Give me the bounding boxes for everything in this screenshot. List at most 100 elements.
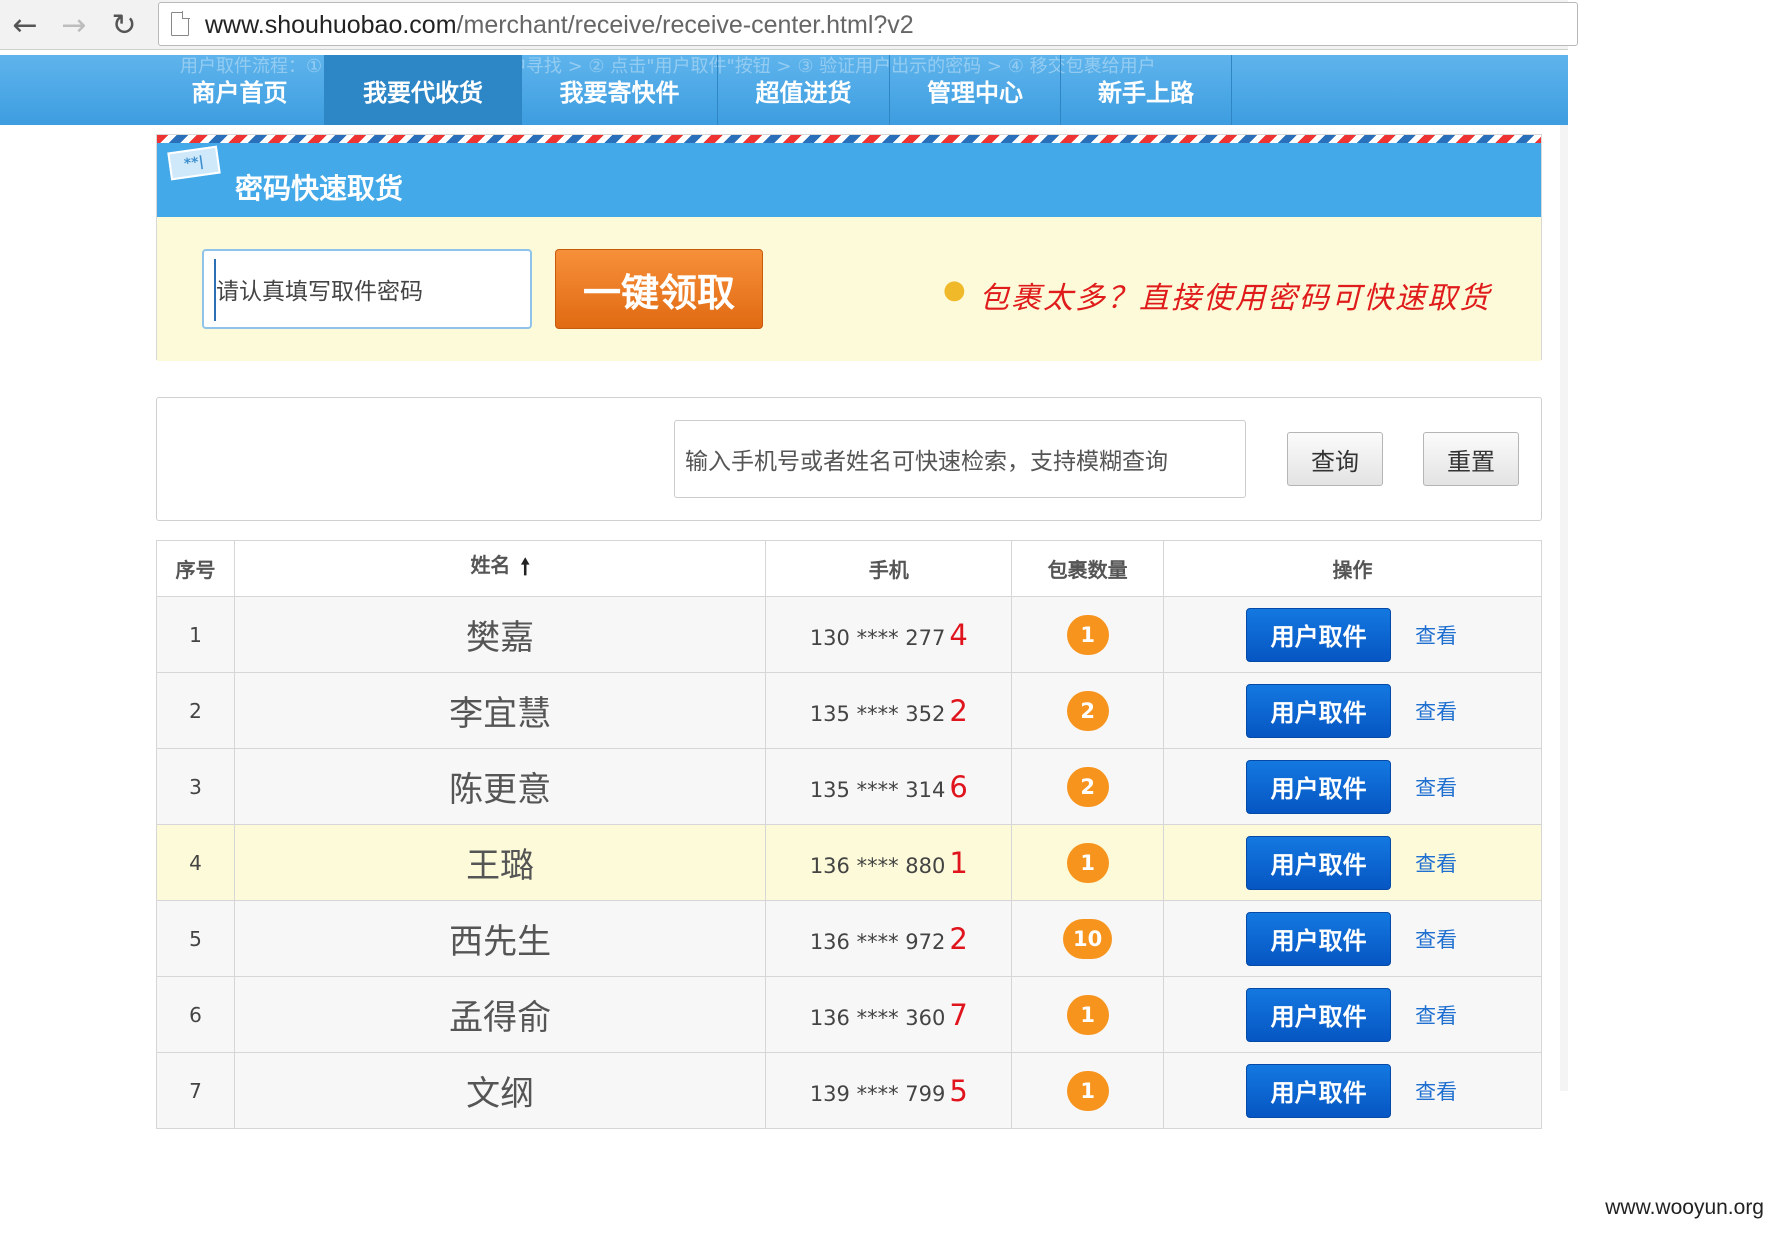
view-link[interactable]: 查看: [1415, 696, 1457, 726]
row-ops: 用户取件 查看: [1163, 672, 1542, 749]
row-count: 1: [1011, 824, 1165, 901]
header-name[interactable]: 姓名 🠕: [233, 540, 767, 597]
header-phone[interactable]: 手机: [765, 540, 1013, 597]
count-badge: 1: [1066, 994, 1109, 1035]
user-pickup-button[interactable]: 用户取件: [1246, 607, 1392, 662]
row-phone: 136 **** 880 1: [765, 824, 1013, 901]
reload-icon[interactable]: ↻: [105, 6, 143, 44]
row-index: 5: [156, 900, 235, 977]
table-row-highlighted: 4 王璐 136 **** 880 1 1 用户取件 查看: [156, 824, 1542, 901]
url-host: www.shouhuobao.com: [205, 11, 457, 39]
phone-last-digit: 5: [949, 1073, 968, 1108]
page-scrollbar[interactable]: [1560, 125, 1568, 1091]
row-count: 1: [1011, 976, 1165, 1053]
row-name: 陈更意: [233, 748, 767, 825]
view-link[interactable]: 查看: [1415, 772, 1457, 802]
quick-pickup-title: 密码快速取货: [235, 172, 404, 205]
phone-masked: 130 **** 277: [809, 625, 946, 650]
pickup-password-input[interactable]: 请认真填写取件密码: [202, 249, 532, 329]
user-pickup-button[interactable]: 用户取件: [1246, 911, 1392, 966]
query-button[interactable]: 查询: [1287, 432, 1383, 486]
header-ops: 操作: [1163, 540, 1542, 597]
lightbulb-icon: ●: [943, 275, 966, 305]
url-path: /merchant/receive/receive-center.html?v2: [456, 11, 914, 39]
view-link[interactable]: 查看: [1415, 620, 1457, 650]
search-panel: 输入手机号或者姓名可快速检索，支持模糊查询 查询 重置: [156, 397, 1542, 521]
phone-last-digit: 2: [949, 921, 968, 956]
row-name: 王璐: [233, 824, 767, 901]
phone-masked: 135 **** 352: [809, 701, 946, 726]
phone-masked: 136 **** 360: [809, 1005, 946, 1030]
user-pickup-button[interactable]: 用户取件: [1246, 835, 1392, 890]
view-link[interactable]: 查看: [1415, 1000, 1457, 1030]
row-ops: 用户取件 查看: [1163, 824, 1542, 901]
row-phone: 139 **** 799 5: [765, 1052, 1013, 1129]
row-count: 2: [1011, 748, 1165, 825]
row-ops: 用户取件 查看: [1163, 900, 1542, 977]
row-name: 樊嘉: [233, 596, 767, 673]
row-count: 10: [1011, 900, 1165, 977]
row-phone: 135 **** 352 2: [765, 672, 1013, 749]
user-pickup-button[interactable]: 用户取件: [1246, 1063, 1392, 1118]
table-row: 7 文纲 139 **** 799 5 1 用户取件 查看: [156, 1052, 1542, 1129]
phone-masked: 136 **** 880: [809, 853, 946, 878]
back-arrow-icon[interactable]: ←: [6, 6, 44, 44]
count-badge: 2: [1066, 690, 1109, 731]
phone-last-digit: 7: [949, 997, 968, 1032]
row-count: 1: [1011, 1052, 1165, 1129]
search-input[interactable]: 输入手机号或者姓名可快速检索，支持模糊查询: [674, 420, 1246, 498]
nav-item-beginner-guide[interactable]: 新手上路: [1061, 55, 1232, 125]
nav-item-receive-goods[interactable]: 我要代收货: [325, 55, 522, 125]
nav-item-management[interactable]: 管理中心: [890, 55, 1061, 125]
page-icon: [171, 11, 190, 36]
row-phone: 136 **** 972 2: [765, 900, 1013, 977]
table-header-row: 序号 姓名 🠕 手机 包裹数量 操作: [156, 540, 1542, 597]
count-badge: 10: [1063, 918, 1113, 959]
ticket-icon: **|: [167, 145, 221, 181]
one-click-pickup-button[interactable]: 一键领取: [555, 249, 763, 329]
header-index[interactable]: 序号: [156, 540, 235, 597]
header-count[interactable]: 包裹数量: [1011, 540, 1165, 597]
pickup-tip: 包裹太多？直接使用密码可快速取货: [979, 281, 1491, 316]
row-ops: 用户取件 查看: [1163, 1052, 1542, 1129]
row-name: 文纲: [233, 1052, 767, 1129]
reset-button[interactable]: 重置: [1423, 432, 1519, 486]
url-text[interactable]: www.shouhuobao.com/merchant/receive/rece…: [205, 11, 914, 40]
view-link[interactable]: 查看: [1415, 924, 1457, 954]
quick-pickup-panel: **| 密码快速取货 请认真填写取件密码 一键领取 ● 包裹太多？直接使用密码可…: [156, 134, 1542, 361]
count-badge: 1: [1066, 842, 1109, 883]
count-badge: 1: [1066, 614, 1109, 655]
row-count: 1: [1011, 596, 1165, 673]
user-pickup-button[interactable]: 用户取件: [1246, 987, 1392, 1042]
user-pickup-button[interactable]: 用户取件: [1246, 683, 1392, 738]
nav-item-value-purchase[interactable]: 超值进货: [718, 55, 890, 125]
address-bar[interactable]: www.shouhuobao.com/merchant/receive/rece…: [158, 2, 1578, 46]
row-index: 2: [156, 672, 235, 749]
phone-masked: 139 **** 799: [809, 1081, 946, 1106]
phone-masked: 136 **** 972: [809, 929, 946, 954]
user-pickup-button[interactable]: 用户取件: [1246, 759, 1392, 814]
phone-masked: 135 **** 314: [809, 777, 946, 802]
row-index: 4: [156, 824, 235, 901]
table-row: 3 陈更意 135 **** 314 6 2 用户取件 查看: [156, 748, 1542, 825]
sort-up-arrow-icon: 🠕: [520, 555, 530, 580]
row-name: 孟得俞: [233, 976, 767, 1053]
view-link[interactable]: 查看: [1415, 848, 1457, 878]
forward-arrow-icon[interactable]: →: [55, 6, 93, 44]
row-phone: 130 **** 277 4: [765, 596, 1013, 673]
row-name: 李宜慧: [233, 672, 767, 749]
view-link[interactable]: 查看: [1415, 1076, 1457, 1106]
row-phone: 136 **** 360 7: [765, 976, 1013, 1053]
count-badge: 2: [1066, 766, 1109, 807]
row-index: 6: [156, 976, 235, 1053]
nav-item-merchant-home[interactable]: 商户首页: [155, 55, 325, 125]
row-name: 西先生: [233, 900, 767, 977]
quick-pickup-body: 请认真填写取件密码 一键领取 ● 包裹太多？直接使用密码可快速取货: [157, 217, 1541, 361]
site-nav-items: 商户首页 我要代收货 我要寄快件 超值进货 管理中心 新手上路: [155, 55, 1232, 125]
airmail-stripe: [157, 135, 1541, 143]
table-row: 1 樊嘉 130 **** 277 4 1 用户取件 查看: [156, 596, 1542, 673]
row-index: 3: [156, 748, 235, 825]
header-name-label: 姓名: [470, 553, 511, 577]
parcel-table: 序号 姓名 🠕 手机 包裹数量 操作 1 樊嘉 130 **** 277 4 1 用…: [156, 540, 1542, 1129]
nav-item-send-express[interactable]: 我要寄快件: [522, 55, 718, 125]
